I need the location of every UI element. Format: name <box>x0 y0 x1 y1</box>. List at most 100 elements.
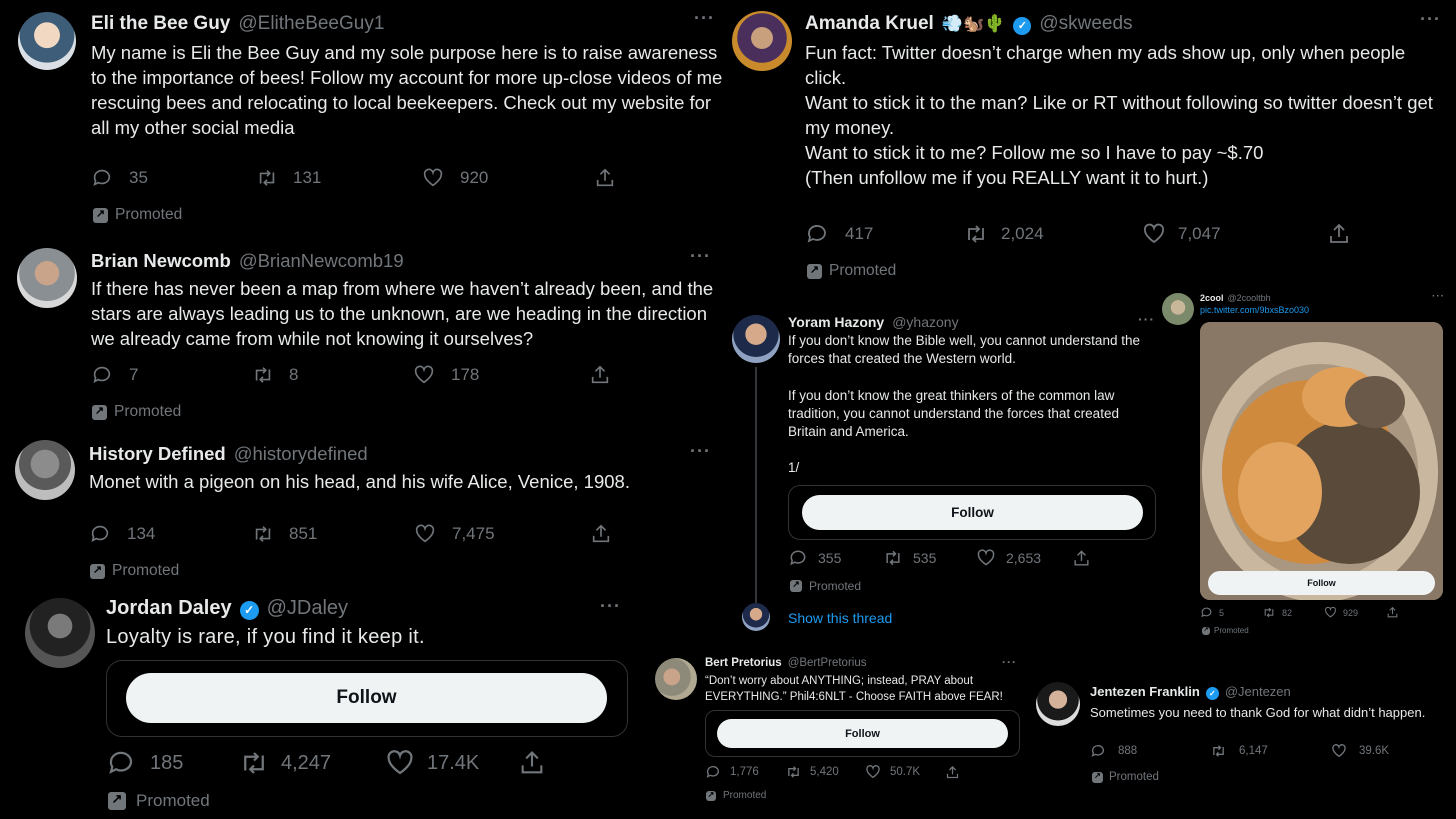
author-name[interactable]: Eli the Bee Guy <box>91 13 230 35</box>
reply-button[interactable]: 35 <box>91 167 255 189</box>
more-icon[interactable]: ··· <box>1138 311 1155 327</box>
follow-button[interactable]: Follow <box>126 673 607 723</box>
reply-button[interactable]: 185 <box>106 748 239 778</box>
avatar[interactable] <box>25 598 95 668</box>
more-icon[interactable]: ··· <box>694 8 715 29</box>
reply-button[interactable]: 888 <box>1090 743 1210 759</box>
author-handle[interactable]: @Jentezen <box>1225 684 1291 699</box>
show-thread-link[interactable]: Show this thread <box>788 610 892 626</box>
author-handle[interactable]: @skweeds <box>1039 13 1132 35</box>
author-name[interactable]: Jentezen Franklin <box>1090 684 1200 699</box>
more-icon[interactable]: ··· <box>600 596 621 617</box>
reply-count: 355 <box>818 550 842 566</box>
promoted-label: Promoted <box>790 579 861 593</box>
author-name[interactable]: History Defined <box>89 443 226 465</box>
reply-icon <box>109 751 133 774</box>
retweet-button[interactable]: 8 <box>251 364 413 386</box>
author-handle[interactable]: @ElitheBeeGuy1 <box>238 13 384 35</box>
reply-count: 35 <box>129 168 148 187</box>
reply-button[interactable]: 417 <box>805 222 963 246</box>
author-name[interactable]: Brian Newcomb <box>91 250 231 272</box>
author-handle[interactable]: @2cooltbh <box>1228 293 1271 303</box>
retweet-button[interactable]: 82 <box>1262 606 1324 619</box>
avatar[interactable] <box>1162 293 1194 325</box>
promoted-icon <box>92 404 107 420</box>
cat-photo[interactable] <box>1200 322 1443 600</box>
author-name[interactable]: Jordan Daley <box>106 597 232 620</box>
share-button[interactable] <box>594 167 616 189</box>
author-handle[interactable]: @BrianNewcomb19 <box>239 250 404 272</box>
share-button[interactable] <box>1327 222 1351 246</box>
author-name[interactable]: Bert Pretorius <box>705 657 782 669</box>
reply-icon <box>790 550 806 566</box>
retweet-icon <box>255 526 271 542</box>
retweet-button[interactable]: 131 <box>255 167 422 189</box>
retweet-button[interactable]: 2,024 <box>963 222 1142 246</box>
avatar[interactable] <box>655 658 697 700</box>
like-button[interactable]: 929 <box>1324 606 1386 619</box>
like-button[interactable]: 50.7K <box>865 764 945 780</box>
retweet-button[interactable]: 5,420 <box>785 764 865 780</box>
author-handle[interactable]: @yhazony <box>892 314 958 330</box>
like-button[interactable]: 7,047 <box>1142 222 1327 246</box>
share-button[interactable] <box>589 364 611 386</box>
share-button[interactable] <box>1386 606 1399 619</box>
like-icon <box>387 750 413 775</box>
more-icon[interactable]: ··· <box>690 441 711 462</box>
avatar[interactable] <box>1036 682 1080 726</box>
avatar[interactable] <box>732 315 780 363</box>
share-icon <box>592 524 610 543</box>
reply-button[interactable]: 134 <box>89 523 251 545</box>
author-name[interactable]: 2cool <box>1200 293 1224 303</box>
reply-count: 185 <box>150 751 184 774</box>
share-button[interactable] <box>590 523 612 545</box>
retweet-icon <box>968 225 984 243</box>
like-button[interactable]: 2,653 <box>976 548 1072 568</box>
more-icon[interactable]: ··· <box>690 246 711 267</box>
follow-button[interactable]: Follow <box>717 719 1008 748</box>
more-icon[interactable]: ··· <box>1432 291 1445 302</box>
like-button[interactable]: 920 <box>422 167 594 189</box>
share-button[interactable] <box>1072 549 1091 568</box>
author-handle[interactable]: @JDaley <box>267 597 348 620</box>
avatar[interactable] <box>15 440 75 500</box>
reply-button[interactable]: 5 <box>1200 606 1262 619</box>
avatar[interactable] <box>18 12 76 70</box>
media-link[interactable]: pic.twitter.com/9bxsBzo030 <box>1200 305 1309 315</box>
author-handle[interactable]: @BertPretorius <box>788 657 867 669</box>
retweet-count: 2,024 <box>1001 224 1044 243</box>
thread-avatar[interactable] <box>742 603 770 631</box>
avatar[interactable] <box>17 248 77 308</box>
retweet-icon <box>259 170 275 186</box>
like-button[interactable]: 17.4K <box>385 748 518 778</box>
like-button[interactable]: 7,475 <box>414 523 590 545</box>
like-button[interactable]: 39.6K <box>1331 743 1389 759</box>
retweet-button[interactable]: 4,247 <box>239 748 385 778</box>
promoted-icon <box>1092 771 1103 783</box>
like-button[interactable]: 178 <box>413 364 589 386</box>
follow-button[interactable]: Follow <box>802 495 1143 530</box>
reply-icon <box>706 766 719 778</box>
retweet-button[interactable]: 851 <box>251 523 414 545</box>
follow-button[interactable]: Follow <box>1208 571 1435 595</box>
tweet-brian: Brian Newcomb @BrianNewcomb19 ··· If the… <box>0 240 730 430</box>
retweet-button[interactable]: 6,147 <box>1210 743 1331 759</box>
reply-button[interactable]: 355 <box>788 548 882 568</box>
retweet-icon <box>1264 607 1274 618</box>
reply-icon <box>807 225 826 243</box>
retweet-count: 535 <box>913 550 937 566</box>
reply-button[interactable]: 1,776 <box>705 764 785 780</box>
author-name[interactable]: Yoram Hazony <box>788 314 884 330</box>
reply-button[interactable]: 7 <box>91 364 251 386</box>
tweet-text: Loyalty is rare, if you find it keep it. <box>106 626 425 648</box>
share-button[interactable] <box>945 765 960 780</box>
retweet-button[interactable]: 535 <box>882 548 976 568</box>
more-icon[interactable]: ··· <box>1420 9 1441 30</box>
promoted-icon <box>790 579 802 592</box>
share-button[interactable] <box>518 749 546 777</box>
avatar[interactable] <box>732 11 792 71</box>
like-icon <box>423 168 443 187</box>
more-icon[interactable]: ··· <box>1002 655 1017 669</box>
author-name[interactable]: Amanda Kruel <box>805 13 934 35</box>
author-handle[interactable]: @historydefined <box>234 443 368 465</box>
